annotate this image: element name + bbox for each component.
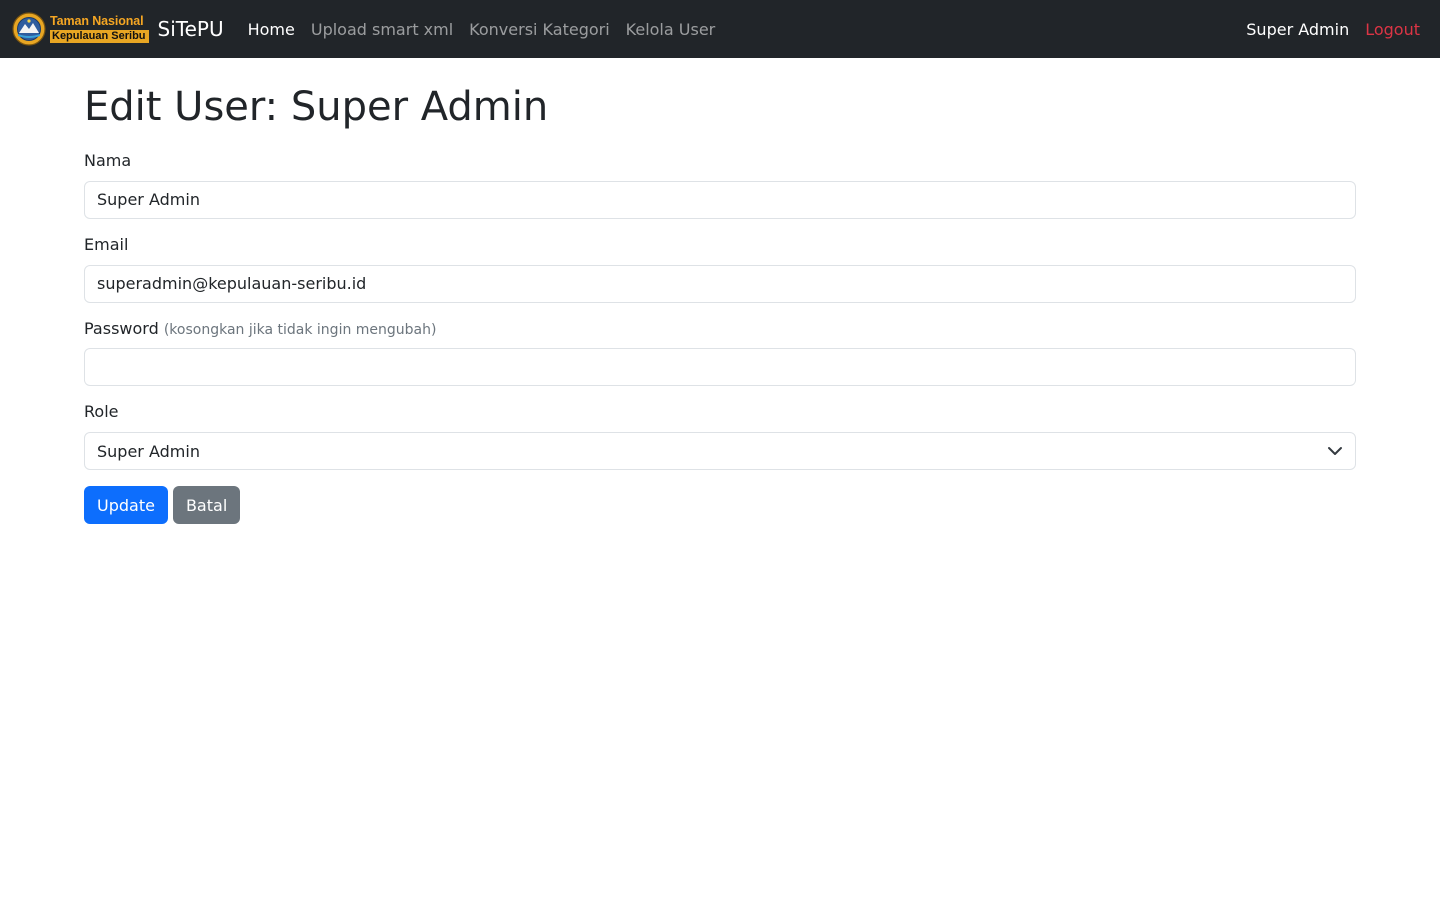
password-input[interactable] [84,348,1356,387]
chevron-down-icon [1328,447,1342,456]
role-field-group: Role Super Admin [84,402,1356,471]
form-buttons: Update Batal [84,486,1356,525]
password-label: Password (kosongkan jika tidak ingin men… [84,319,1356,340]
edit-user-form: Nama Super Admin Email superadmin@kepula… [84,151,1356,525]
role-selected-value: Super Admin [97,441,200,461]
logo-line-1: Taman Nasional [50,14,144,29]
email-label-text: Email [84,234,129,254]
navbar-right: Super Admin Logout [1246,20,1420,39]
password-hint: (kosongkan jika tidak ingin mengubah) [163,321,437,338]
main-content: Edit User: Super Admin Nama Super Admin … [0,83,1440,525]
password-field-group: Password (kosongkan jika tidak ingin men… [84,319,1356,387]
nama-field-group: Nama Super Admin [84,151,1356,219]
nav-link-konversi-kategori[interactable]: Konversi Kategori [461,12,617,47]
nama-input[interactable]: Super Admin [84,180,1356,219]
park-emblem-icon [12,12,46,46]
email-label: Email [84,235,1356,256]
password-label-text: Password [84,318,159,338]
role-select[interactable]: Super Admin [84,432,1356,471]
cancel-button[interactable]: Batal [172,486,241,525]
update-button[interactable]: Update [84,486,168,525]
navbar-left: Taman Nasional Kepulauan Seribu SiTePU H… [12,12,723,47]
site-logo[interactable]: Taman Nasional Kepulauan Seribu [12,12,149,46]
brand-link[interactable]: SiTePU [158,17,224,41]
role-label-text: Role [84,402,119,422]
email-field-group: Email superadmin@kepulauan-seribu.id [84,235,1356,303]
nav-link-upload-smart-xml[interactable]: Upload smart xml [303,12,461,47]
role-label: Role [84,402,1356,423]
logout-link[interactable]: Logout [1365,20,1420,39]
nama-label-text: Nama [84,151,132,170]
top-navbar: Taman Nasional Kepulauan Seribu SiTePU H… [0,0,1440,58]
nav-link-home[interactable]: Home [240,12,303,47]
current-user-name: Super Admin [1246,19,1350,39]
nav-link-kelola-user[interactable]: Kelola User [618,12,724,47]
page-title: Edit User: Super Admin [84,84,549,130]
logo-line-2: Kepulauan Seribu [50,29,149,43]
email-input[interactable]: superadmin@kepulauan-seribu.id [84,264,1356,303]
logo-text: Taman Nasional Kepulauan Seribu [50,15,149,43]
nama-label: Nama [84,151,1356,172]
